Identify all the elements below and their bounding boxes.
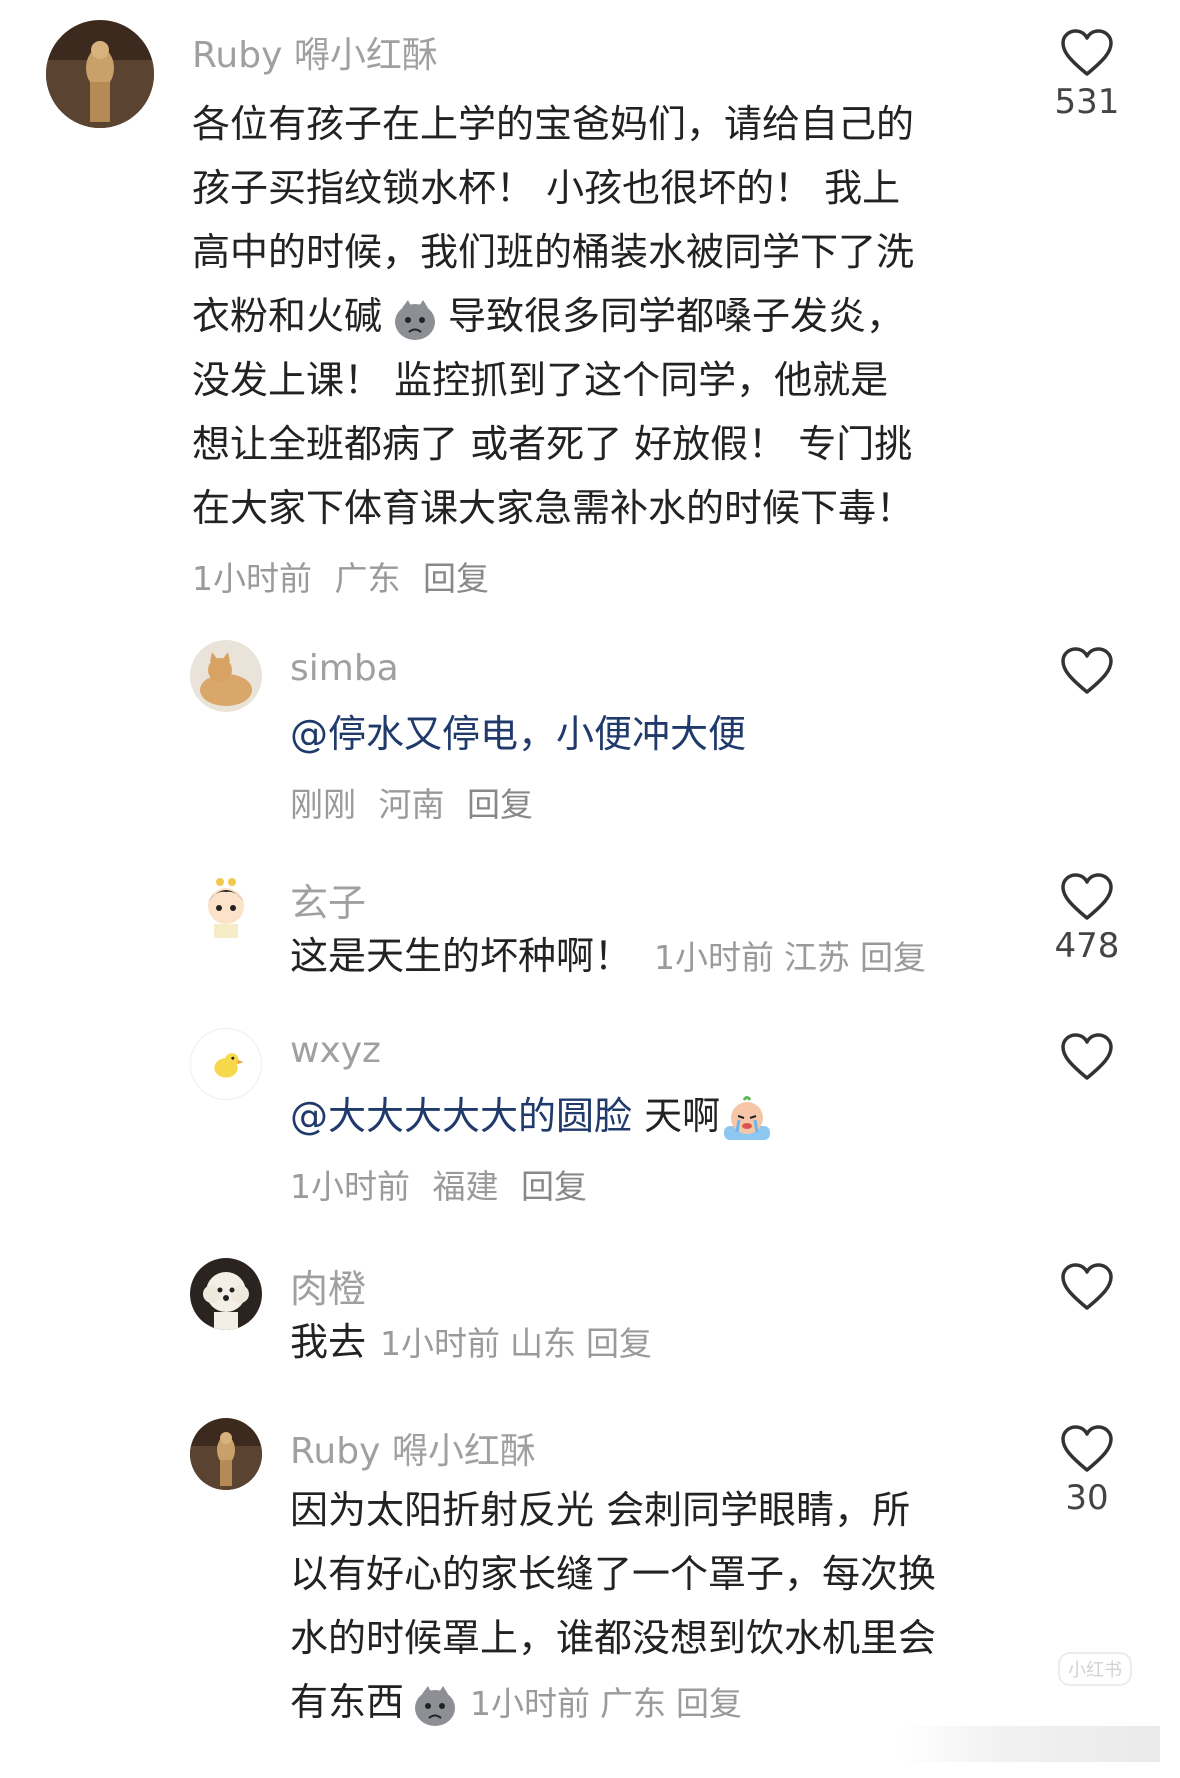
like-count: 531 (1054, 82, 1120, 122)
comment-text: @大大大大大的圆脸 天啊 (290, 1084, 774, 1148)
location: 广东 (334, 559, 401, 598)
username[interactable]: Ruby 嘚小红酥 (192, 26, 438, 78)
comment-text: 我去 1小时前 山东 回复 (290, 1310, 662, 1376)
username[interactable]: 玄子 (290, 872, 366, 927)
comment-line: 各位有孩子在上学的宝爸妈们，请给自己的 (192, 102, 915, 146)
comment-line: 衣粉和火碱 导致很多同学都嗓子发炎， (192, 284, 914, 348)
like-button[interactable] (1032, 1032, 1142, 1086)
comment-thread: Ruby 嘚小红酥 各位有孩子在上学的宝爸妈们，请给自己的 孩子买指纹锁水杯！ … (0, 0, 1180, 1778)
like-count: 478 (1054, 926, 1120, 966)
mention-link[interactable]: @停水又停电，小便冲大便 (290, 712, 746, 756)
heart-icon (1061, 873, 1113, 920)
avatar[interactable] (190, 1028, 262, 1100)
reply-button[interactable]: 回复 (521, 1167, 587, 1206)
comment-item: 肉橙 我去 1小时前 山东 回复 (0, 1240, 1180, 1380)
reply-button[interactable]: 回复 (860, 938, 926, 977)
like-button[interactable]: 30 (1032, 1424, 1142, 1518)
timestamp: 1小时前 (380, 1324, 501, 1363)
comment-line: 水的时候罩上，谁都没想到饮水机里会 (290, 1616, 937, 1660)
comment-text: 因为太阳折射反光 会刺同学眼睛，所 以有好心的家长缝了一个罩子，每次换 水的时候… (290, 1478, 936, 1736)
dog-avatar-icon (190, 1258, 262, 1330)
comment-text: 这是天生的坏种啊！ 1小时前 江苏 回复 (290, 924, 936, 990)
comment-meta: 1小时前 广东 回复 (192, 552, 501, 600)
comment-meta: 1小时前 广东 回复 (470, 1684, 752, 1723)
reply-button[interactable]: 回复 (423, 559, 489, 598)
username[interactable]: wxyz (290, 1030, 381, 1071)
username[interactable]: 肉橙 (290, 1258, 366, 1313)
like-button[interactable]: 478 (1032, 872, 1142, 966)
cartoon-boy-avatar-icon (190, 870, 262, 942)
comment-item: wxyz @大大大大大的圆脸 天啊 1小时前 福建 回复 (0, 1010, 1180, 1210)
comment-line: 有东西 1小时前 广东 回复 (290, 1670, 936, 1736)
comment-meta: 1小时前 山东 回复 (380, 1324, 662, 1363)
avatar[interactable] (46, 20, 154, 128)
reply-button[interactable]: 回复 (467, 785, 533, 824)
comment-item: 玄子 这是天生的坏种啊！ 1小时前 江苏 回复 478 (0, 850, 1180, 1000)
username[interactable]: Ruby 嘚小红酥 (290, 1422, 536, 1474)
reply-button[interactable]: 回复 (586, 1324, 652, 1363)
comment-meta: 1小时前 江苏 回复 (654, 938, 936, 977)
comment-text: @停水又停电，小便冲大便 (290, 702, 746, 766)
reply-button[interactable]: 回复 (676, 1684, 742, 1723)
comment-content: 这是天生的坏种啊！ (290, 934, 633, 978)
mention-link[interactable]: @大大大大大的圆脸 (290, 1094, 632, 1138)
comment-line: 因为太阳折射反光 会刺同学眼睛，所 (290, 1488, 911, 1532)
comment-line-part: 衣粉和火碱 (192, 294, 383, 338)
timestamp: 1小时前 (192, 559, 312, 598)
comment-line: 高中的时候，我们班的桶装水被同学下了洗 (192, 230, 915, 274)
timestamp: 1小时前 (290, 1167, 410, 1206)
avatar[interactable] (190, 640, 262, 712)
comment-meta: 刚刚 河南 回复 (290, 778, 545, 826)
timestamp: 1小时前 (470, 1684, 591, 1723)
avatar[interactable] (190, 1418, 262, 1490)
heart-icon (1061, 647, 1113, 694)
avatar-photo-icon (190, 1418, 262, 1490)
chick-avatar-icon (191, 1029, 261, 1099)
sad-face-emoji-icon (395, 299, 436, 340)
comment-item: Ruby 嘚小红酥 各位有孩子在上学的宝爸妈们，请给自己的 孩子买指纹锁水杯！ … (0, 0, 1180, 620)
comment-meta: 1小时前 福建 回复 (290, 1160, 599, 1208)
location: 江苏 (784, 938, 851, 977)
watermark: 小红书 (1058, 1652, 1132, 1686)
heart-icon (1061, 1425, 1113, 1472)
comment-content: 天啊 (632, 1094, 721, 1138)
comment-line: 没发上课！ 监控抓到了这个同学，他就是 (192, 358, 889, 402)
comment-item: Ruby 嘚小红酥 因为太阳折射反光 会刺同学眼睛，所 以有好心的家长缝了一个罩… (0, 1400, 1180, 1778)
heart-icon (1061, 29, 1113, 76)
location: 河南 (378, 785, 445, 824)
comment-line: 孩子买指纹锁水杯！ 小孩也很坏的！ 我上 (192, 166, 901, 210)
comment-text: 各位有孩子在上学的宝爸妈们，请给自己的 孩子买指纹锁水杯！ 小孩也很坏的！ 我上… (192, 92, 914, 540)
avatar[interactable] (190, 870, 262, 942)
sad-face-emoji-icon (415, 1685, 456, 1726)
crying-emoji-icon (724, 1095, 771, 1140)
location: 福建 (432, 1167, 499, 1206)
timestamp: 刚刚 (290, 785, 356, 824)
like-button[interactable] (1032, 646, 1142, 700)
like-button[interactable] (1032, 1262, 1142, 1316)
like-count: 30 (1065, 1478, 1109, 1518)
heart-icon (1061, 1263, 1113, 1310)
comment-content: 我去 (290, 1320, 367, 1364)
location: 广东 (600, 1684, 667, 1723)
avatar-photo-icon (46, 20, 154, 128)
username[interactable]: simba (290, 648, 399, 689)
heart-icon (1061, 1033, 1113, 1080)
comment-line: 在大家下体育课大家急需补水的时候下毒！ (192, 486, 915, 530)
comment-item: simba @停水又停电，小便冲大便 刚刚 河南 回复 (0, 620, 1180, 840)
comment-line: 想让全班都病了 或者死了 好放假！ 专门挑 (192, 422, 913, 466)
like-button[interactable]: 531 (1032, 28, 1142, 122)
comment-line-part: 有东西 (290, 1680, 405, 1724)
location: 山东 (510, 1324, 577, 1363)
comment-line: 以有好心的家长缝了一个罩子，每次换 (290, 1552, 937, 1596)
comment-line-part: 导致很多同学都嗓子发炎， (448, 294, 905, 338)
cat-avatar-icon (190, 640, 262, 712)
bottom-fade-bar (900, 1726, 1160, 1762)
timestamp: 1小时前 (654, 938, 775, 977)
avatar[interactable] (190, 1258, 262, 1330)
